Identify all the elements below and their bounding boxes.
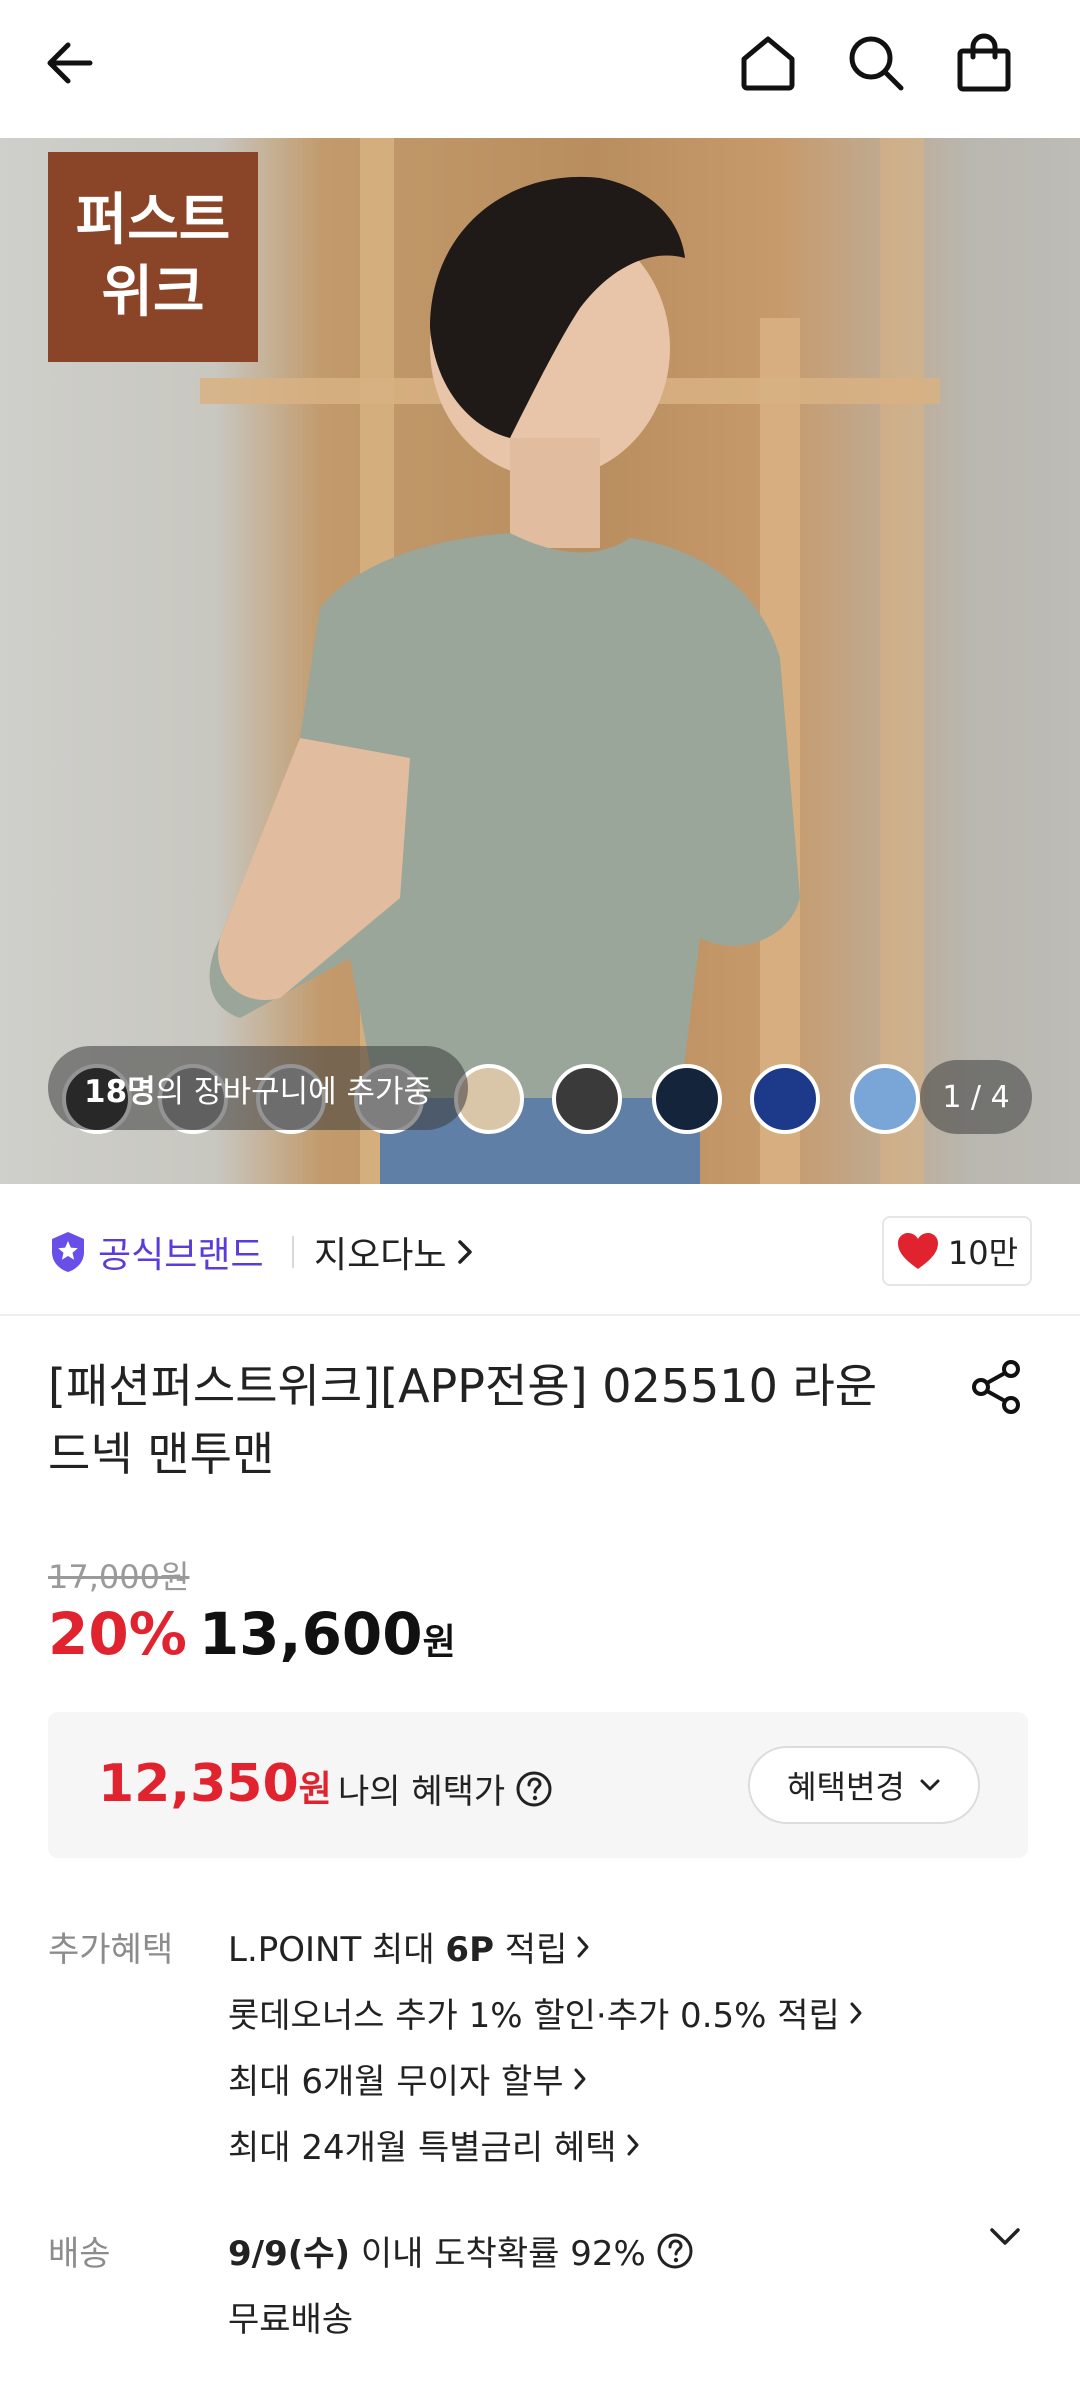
- sale-price-unit: 원: [422, 1622, 456, 1663]
- event-badge-line1: 퍼스트: [75, 188, 231, 253]
- delivery-date: 9/9(수): [228, 2234, 351, 2274]
- lotte-owners-benefit-text: 롯데오너스 추가 1% 할인·추가 0.5% 적립: [228, 1996, 840, 2036]
- special-rate-benefit-text: 최대 24개월 특별금리 혜택: [228, 2128, 617, 2168]
- arrow-left-icon: [47, 42, 93, 84]
- special-rate-benefit-link[interactable]: 최대 24개월 특별금리 혜택: [228, 2120, 641, 2169]
- benefit-label: 나의 혜택가: [338, 1764, 553, 1813]
- lpoint-benefit-suffix: 적립: [494, 1930, 568, 1970]
- brand-name: 지오다노: [314, 1235, 447, 1276]
- help-icon[interactable]: [656, 2232, 694, 2270]
- chevron-down-icon: [990, 2228, 1020, 2245]
- change-benefit-label: 혜택변경: [787, 1768, 905, 1806]
- delivery-estimate: 9/9(수) 이내 도착확률 92%: [228, 2226, 694, 2275]
- benefit-label-text: 나의 혜택가: [338, 1772, 506, 1812]
- search-button[interactable]: [836, 28, 916, 98]
- cart-count: 18명: [84, 1073, 156, 1110]
- shipping-label: 배송: [48, 2234, 111, 2274]
- price-line: 20% 13,600원: [48, 1600, 456, 1668]
- help-icon[interactable]: [515, 1770, 553, 1808]
- product-title: [패션퍼스트위크][APP전용] 025510 라운드넥 맨투맨: [48, 1359, 878, 1481]
- top-app-bar: [0, 0, 1080, 138]
- lpoint-benefit-points: 6P: [445, 1930, 494, 1970]
- model-photo: [209, 176, 800, 1184]
- back-button[interactable]: [30, 28, 110, 98]
- my-benefit-price-box: 12,350 원 나의 혜택가 혜택변경: [48, 1712, 1028, 1858]
- official-brand-label: 공식브랜드: [98, 1235, 264, 1276]
- color-swatch[interactable]: [552, 1064, 622, 1134]
- lotte-owners-benefit-link[interactable]: 롯데오너스 추가 1% 할인·추가 0.5% 적립: [228, 1988, 864, 2037]
- color-swatch[interactable]: [750, 1064, 820, 1134]
- wood-plank: [880, 138, 924, 1184]
- lpoint-benefit-link[interactable]: L.POINT 최대 6P 적립: [228, 1922, 591, 1971]
- star-badge-icon: [52, 1232, 84, 1272]
- event-badge: 퍼스트 위크: [48, 152, 258, 362]
- product-image-carousel[interactable]: 퍼스트 위크 18명 의 장바구니에 추가중 1 / 4: [0, 138, 1080, 1184]
- original-price: 17,000원: [48, 1558, 190, 1596]
- chevron-right-icon: [458, 1240, 473, 1264]
- benefit-price-value: 12,350: [98, 1754, 299, 1814]
- official-brand-badge: 공식브랜드: [48, 1226, 264, 1278]
- shipping-expand-button[interactable]: [988, 2226, 1022, 2252]
- lpoint-benefit-prefix: L.POINT 최대: [228, 1930, 446, 1970]
- color-swatch[interactable]: [652, 1064, 722, 1134]
- installment-benefit-link[interactable]: 최대 6개월 무이자 할부: [228, 2054, 588, 2103]
- chevron-right-icon: [850, 2002, 862, 2023]
- shipping-fee: 무료배송: [228, 2300, 354, 2340]
- heart-icon: [897, 1233, 938, 1269]
- chevron-right-icon: [574, 2068, 586, 2089]
- chevron-right-icon: [577, 1936, 589, 1957]
- chevron-down-icon: [920, 1779, 940, 1791]
- benefit-price-unit: 원: [298, 1769, 332, 1810]
- shopping-bag-icon: [957, 33, 1011, 92]
- change-benefit-button[interactable]: 혜택변경: [748, 1746, 980, 1824]
- cart-activity-text: 의 장바구니에 추가중: [155, 1073, 433, 1110]
- brand-row: 공식브랜드 지오다노 10만: [0, 1184, 1080, 1316]
- search-icon: [849, 36, 904, 91]
- divider: [292, 1236, 294, 1268]
- brand-link[interactable]: 지오다노: [314, 1226, 474, 1278]
- cart-button[interactable]: [944, 28, 1024, 98]
- discount-rate: 20%: [48, 1600, 187, 1668]
- delivery-probability: 이내 도착확률 92%: [350, 2234, 646, 2274]
- cart-activity-badge: 18명 의 장바구니에 추가중: [48, 1046, 468, 1130]
- home-button[interactable]: [728, 28, 808, 98]
- share-button[interactable]: [962, 1352, 1032, 1422]
- home-icon: [741, 36, 795, 91]
- sale-price: 13,600: [198, 1600, 423, 1668]
- like-button[interactable]: 10만: [882, 1216, 1032, 1286]
- chevron-right-icon: [627, 2134, 638, 2155]
- installment-benefit-text: 최대 6개월 무이자 할부: [228, 2062, 564, 2102]
- event-badge-line2: 위크: [101, 260, 205, 325]
- color-swatch[interactable]: [850, 1064, 920, 1134]
- benefit-price: 12,350 원: [98, 1754, 332, 1814]
- share-icon: [972, 1360, 1020, 1414]
- like-count: 10만: [947, 1234, 1019, 1272]
- image-pager: 1 / 4: [920, 1060, 1032, 1134]
- extra-benefit-label: 추가혜택: [48, 1930, 174, 1970]
